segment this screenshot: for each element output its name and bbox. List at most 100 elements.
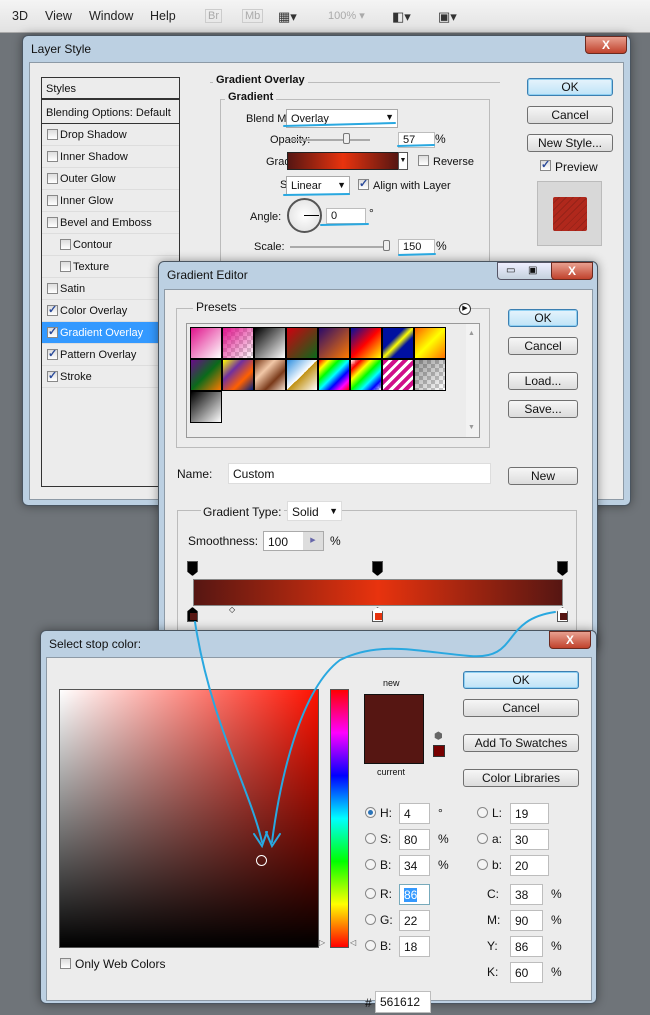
- menu-window[interactable]: Window: [89, 9, 133, 23]
- preset-swatch[interactable]: [350, 359, 382, 391]
- preset-swatch[interactable]: [190, 391, 222, 423]
- gradient-preview-bar[interactable]: [193, 579, 563, 606]
- field-input-S[interactable]: 80: [399, 829, 430, 850]
- field-input-Bv[interactable]: 34: [399, 855, 430, 876]
- preset-swatch[interactable]: [286, 359, 318, 391]
- arrange-documents-icon[interactable]: ◧▾: [392, 9, 411, 25]
- scale-input[interactable]: 150: [398, 239, 435, 255]
- effect-checkbox[interactable]: [47, 129, 58, 140]
- field-input-Y[interactable]: 86: [510, 935, 543, 957]
- field-input-L[interactable]: 19: [510, 803, 549, 824]
- preset-swatch[interactable]: [318, 327, 350, 359]
- preset-swatch[interactable]: [190, 327, 222, 359]
- preset-swatch[interactable]: [414, 359, 446, 391]
- effect-checkbox[interactable]: [60, 239, 71, 250]
- close-button[interactable]: X: [549, 631, 591, 649]
- align-with-layer-checkbox[interactable]: [358, 177, 369, 190]
- load-button[interactable]: Load...: [508, 372, 578, 390]
- close-button[interactable]: X: [585, 36, 627, 54]
- preset-swatch[interactable]: [318, 359, 350, 391]
- name-input[interactable]: Custom: [228, 463, 491, 484]
- effect-item-drop-shadow[interactable]: Drop Shadow: [42, 124, 179, 146]
- radio-L[interactable]: [477, 807, 488, 818]
- opacity-input[interactable]: 57: [398, 132, 435, 148]
- preset-swatch[interactable]: [350, 327, 382, 359]
- radio-b[interactable]: [477, 859, 488, 870]
- preset-swatch[interactable]: [382, 359, 414, 391]
- gradient-dropdown-icon[interactable]: ▼: [398, 152, 408, 170]
- angle-input[interactable]: 0: [326, 208, 366, 224]
- field-input-C[interactable]: 38: [510, 883, 543, 905]
- reverse-checkbox[interactable]: [418, 155, 429, 166]
- websafe-color-swatch[interactable]: [433, 745, 445, 757]
- zoom-level-dropdown[interactable]: 100% ▾: [328, 9, 365, 22]
- preset-swatch[interactable]: [254, 359, 286, 391]
- hue-slider-right-arrow-icon[interactable]: ◁: [350, 938, 356, 947]
- bridge-button[interactable]: Br: [205, 9, 222, 23]
- save-button[interactable]: Save...: [508, 400, 578, 418]
- radio-H[interactable]: [365, 807, 376, 818]
- field-input-b[interactable]: 20: [510, 855, 549, 876]
- preset-swatch[interactable]: [222, 359, 254, 391]
- hue-slider-left-arrow-icon[interactable]: ▷: [319, 938, 325, 947]
- preset-swatch[interactable]: [286, 327, 318, 359]
- cancel-button[interactable]: Cancel: [527, 106, 613, 124]
- scale-slider[interactable]: [290, 246, 388, 248]
- smoothness-input[interactable]: 100 ▶: [263, 531, 324, 551]
- effect-checkbox[interactable]: [47, 347, 58, 360]
- preset-swatch[interactable]: [414, 327, 446, 359]
- effect-checkbox[interactable]: [47, 173, 58, 184]
- radio-Bc[interactable]: [365, 939, 376, 951]
- style-select[interactable]: Linear ▼: [286, 176, 350, 195]
- opacity-slider[interactable]: [290, 139, 370, 141]
- radio-a[interactable]: [477, 833, 488, 844]
- preset-swatch[interactable]: [222, 327, 254, 359]
- smoothness-arrow-icon[interactable]: ▶: [303, 532, 323, 550]
- scroll-up-icon[interactable]: ▲: [468, 330, 475, 337]
- effect-checkbox[interactable]: [47, 195, 58, 206]
- effect-checkbox[interactable]: [47, 217, 58, 228]
- preset-swatch[interactable]: [254, 327, 286, 359]
- effect-checkbox[interactable]: [60, 261, 71, 272]
- presets-scrollbar[interactable]: ▲ ▼: [466, 324, 479, 437]
- screen-mode-icon[interactable]: ▣▾: [438, 9, 457, 25]
- opacity-slider-thumb[interactable]: [343, 133, 350, 144]
- view-extras-icon[interactable]: ▦▾: [278, 9, 297, 25]
- preset-swatch[interactable]: [382, 327, 414, 359]
- effect-item-inner-shadow[interactable]: Inner Shadow: [42, 146, 179, 168]
- add-to-swatches-button[interactable]: Add To Swatches: [463, 734, 579, 752]
- ok-button[interactable]: OK: [463, 671, 579, 689]
- effect-checkbox[interactable]: [47, 151, 58, 162]
- out-of-gamut-cube-icon[interactable]: ⬢: [434, 731, 443, 742]
- styles-header[interactable]: Styles: [42, 78, 179, 100]
- scale-slider-thumb[interactable]: [383, 240, 390, 251]
- menu-view[interactable]: View: [45, 9, 72, 23]
- minimize-icon[interactable]: ▭: [506, 265, 515, 276]
- color-libraries-button[interactable]: Color Libraries: [463, 769, 579, 787]
- effect-checkbox[interactable]: [47, 303, 58, 316]
- cancel-button[interactable]: Cancel: [508, 337, 578, 355]
- scroll-down-icon[interactable]: ▼: [468, 424, 475, 431]
- only-web-colors-checkbox[interactable]: [60, 958, 71, 969]
- new-button[interactable]: New: [508, 467, 578, 485]
- blend-mode-select[interactable]: Overlay ▼: [286, 109, 398, 128]
- field-input-Bc[interactable]: 18: [399, 935, 430, 957]
- cancel-button[interactable]: Cancel: [463, 699, 579, 717]
- field-input-K[interactable]: 60: [510, 961, 543, 983]
- blending-options[interactable]: Blending Options: Default: [42, 102, 179, 124]
- angle-dial[interactable]: [287, 198, 322, 233]
- presets-menu-icon[interactable]: ▶: [459, 303, 471, 315]
- color-midpoint-icon[interactable]: ◇: [229, 605, 235, 614]
- field-input-a[interactable]: 30: [510, 829, 549, 850]
- ok-button[interactable]: OK: [508, 309, 578, 327]
- radio-R[interactable]: [365, 887, 376, 899]
- effect-item-outer-glow[interactable]: Outer Glow: [42, 168, 179, 190]
- minibridge-button[interactable]: Mb: [242, 9, 264, 23]
- effect-checkbox[interactable]: [47, 325, 58, 338]
- new-style-button[interactable]: New Style...: [527, 134, 613, 152]
- radio-S[interactable]: [365, 833, 376, 844]
- effect-checkbox[interactable]: [47, 283, 58, 294]
- maximize-icon[interactable]: ▣: [528, 265, 537, 276]
- preset-swatch[interactable]: [190, 359, 222, 391]
- effect-checkbox[interactable]: [47, 369, 58, 382]
